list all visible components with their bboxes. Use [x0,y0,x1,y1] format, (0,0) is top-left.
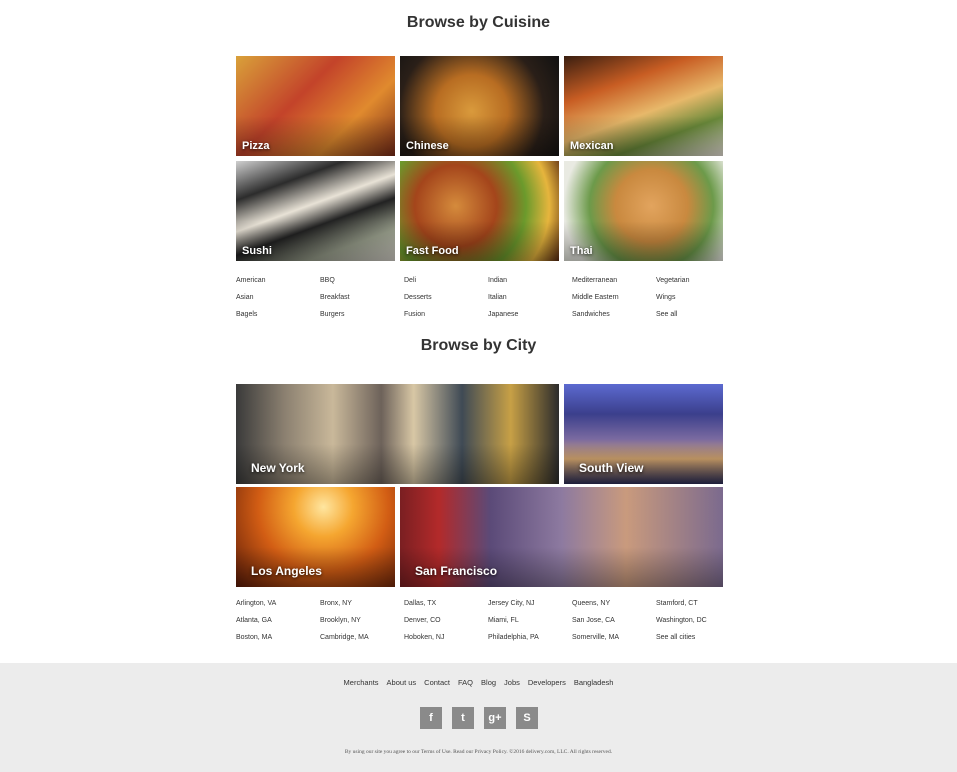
cuisine-link-sandwiches[interactable]: Sandwiches [572,306,656,323]
city-link-miami-fl[interactable]: Miami, FL [488,612,572,629]
tile-label: Los Angeles [251,564,322,578]
cuisine-link-american[interactable]: American [236,272,320,289]
cuisine-link-asian[interactable]: Asian [236,289,320,306]
city-links: Arlington, VA Bronx, NY Dallas, TX Jersey C… [236,595,740,646]
footer-nav: Merchants About us Contact FAQ Blog Jobs Devel… [0,678,957,687]
cuisine-link-bbq[interactable]: BBQ [320,272,404,289]
city-link-queens-ny[interactable]: Queens, NY [572,595,656,612]
city-link-washington-dc[interactable]: Washington, DC [656,612,740,629]
cuisine-tile-fast-food[interactable]: Fast Food [400,161,559,261]
tile-label: San Francisco [415,564,498,578]
cuisine-link-deli[interactable]: Deli [404,272,488,289]
cuisine-link-italian[interactable]: Italian [488,289,572,306]
footer-link-faq[interactable]: FAQ [458,678,473,687]
city-link-brooklyn-ny[interactable]: Brooklyn, NY [320,612,404,629]
city-tile-los-angeles[interactable]: Los Angeles [236,487,395,587]
city-link-atlanta-ga[interactable]: Atlanta, GA [236,612,320,629]
city-link-denver-co[interactable]: Denver, CO [404,612,488,629]
city-link-somerville-ma[interactable]: Somerville, MA [572,629,656,646]
cuisine-tile-thai[interactable]: Thai [564,161,723,261]
footer-link-merchants[interactable]: Merchants [344,678,379,687]
tile-label: Pizza [242,140,270,152]
city-link-philadelphia-pa[interactable]: Philadelphia, PA [488,629,572,646]
footer-link-bangladesh[interactable]: Bangladesh [574,678,614,687]
cuisine-link-vegetarian[interactable]: Vegetarian [656,272,740,289]
city-link-dallas-tx[interactable]: Dallas, TX [404,595,488,612]
city-link-stamford-ct[interactable]: Stamford, CT [656,595,740,612]
cuisine-tile-sushi[interactable]: Sushi [236,161,395,261]
facebook-icon[interactable]: f [420,707,442,729]
tile-label: Fast Food [406,245,459,257]
city-link-bronx-ny[interactable]: Bronx, NY [320,595,404,612]
tile-label: Thai [570,245,593,257]
cuisine-tile-mexican[interactable]: Mexican [564,56,723,156]
cuisine-tile-chinese[interactable]: Chinese [400,56,559,156]
tile-label: Mexican [570,140,614,152]
tile-label: South View [579,461,644,475]
city-link-san-jose-ca[interactable]: San Jose, CA [572,612,656,629]
city-tile-san-francisco[interactable]: San Francisco [400,487,723,587]
cuisine-link-bagels[interactable]: Bagels [236,306,320,323]
cuisine-link-burgers[interactable]: Burgers [320,306,404,323]
cuisine-tile-pizza[interactable]: Pizza [236,56,395,156]
footer-link-developers[interactable]: Developers [528,678,566,687]
tile-label: Chinese [406,140,449,152]
cuisine-section-title: Browse by Cuisine [406,14,551,31]
city-tile-new-york[interactable]: New York [236,384,559,484]
cuisine-link-fusion[interactable]: Fusion [404,306,488,323]
cuisine-link-desserts[interactable]: Desserts [404,289,488,306]
cuisine-link-breakfast[interactable]: Breakfast [320,289,404,306]
footer-link-about-us[interactable]: About us [387,678,417,687]
tile-label: New York [251,461,305,475]
skype-icon[interactable]: S [516,707,538,729]
city-section-title: Browse by City [420,337,537,354]
cuisine-link-middle-eastern[interactable]: Middle Eastern [572,289,656,306]
google-plus-icon[interactable]: g+ [484,707,506,729]
footer: Merchants About us Contact FAQ Blog Jobs Devel… [0,663,957,772]
cuisine-link-indian[interactable]: Indian [488,272,572,289]
city-link-hoboken-nj[interactable]: Hoboken, NJ [404,629,488,646]
city-link-boston-ma[interactable]: Boston, MA [236,629,320,646]
city-link-jersey-city-nj[interactable]: Jersey City, NJ [488,595,572,612]
footer-link-contact[interactable]: Contact [424,678,450,687]
cuisine-link-see-all[interactable]: See all [656,306,740,323]
twitter-icon[interactable]: t [452,707,474,729]
cuisine-links: American BBQ Deli Indian Mediterranean Vegeta… [236,272,740,323]
city-link-see-all-cities[interactable]: See all cities [656,629,740,646]
city-link-arlington-va[interactable]: Arlington, VA [236,595,320,612]
footer-link-blog[interactable]: Blog [481,678,496,687]
cuisine-link-wings[interactable]: Wings [656,289,740,306]
legal-text: By using our site you agree to our Terms… [344,749,613,755]
social-links: f t g+ S [420,707,538,729]
city-link-cambridge-ma[interactable]: Cambridge, MA [320,629,404,646]
city-tile-south-view[interactable]: South View [564,384,723,484]
cuisine-link-japanese[interactable]: Japanese [488,306,572,323]
tile-label: Sushi [242,245,272,257]
footer-link-jobs[interactable]: Jobs [504,678,520,687]
cuisine-link-mediterranean[interactable]: Mediterranean [572,272,656,289]
